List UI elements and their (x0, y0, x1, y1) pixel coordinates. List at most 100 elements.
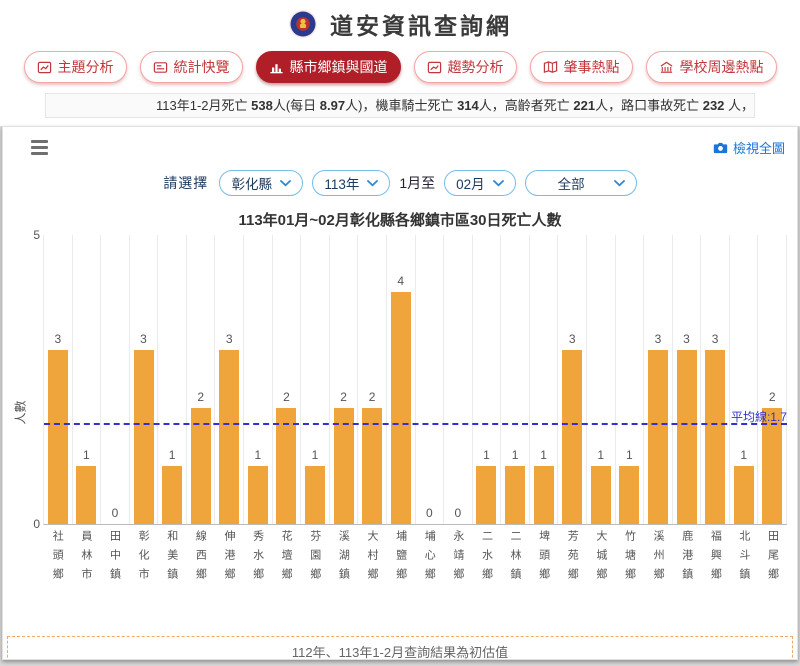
bar-slot: 1 (501, 235, 530, 524)
police-badge-logo-icon (288, 9, 318, 39)
average-line: 平均線:1.7 (44, 423, 787, 425)
bar-slot: 3 (644, 235, 673, 524)
page-body: 檢視全圖 請選擇 彰化縣 113年 1月至 02月 全部 113年01月 (0, 126, 800, 666)
bar[interactable] (134, 350, 154, 524)
month-select[interactable]: 02月 (444, 170, 516, 196)
filter-prompt: 請選擇 (163, 173, 208, 193)
bar-value-label: 1 (244, 448, 272, 462)
site-header: 道安資訊查詢網 主題分析 統計快覽 縣市鄉鎮與國道 趨勢分析 (0, 0, 800, 118)
bar[interactable] (476, 466, 496, 524)
chart-card: 檢視全圖 請選擇 彰化縣 113年 1月至 02月 全部 113年01月 (2, 126, 798, 660)
x-tick-label: 線西鄉 (186, 530, 215, 610)
nav-tab-crash-hotspots[interactable]: 肇事熱點 (530, 51, 633, 83)
bar[interactable] (562, 350, 582, 524)
bar-value-label: 3 (215, 332, 243, 346)
nav-label: 主題分析 (58, 57, 114, 77)
month-range-text: 1月至 (399, 173, 435, 193)
menu-button[interactable] (29, 138, 50, 157)
nav-tab-trend-analysis[interactable]: 趨勢分析 (414, 51, 517, 83)
average-line-label: 平均線:1.7 (731, 408, 787, 425)
bar-value-label: 1 (501, 448, 529, 462)
view-full-image-button[interactable]: 檢視全圖 (713, 138, 785, 157)
bar-chart: 人數 5 0 31031231212240011131133312平均線:1.7… (43, 235, 787, 610)
bar-slot: 2 (758, 235, 787, 524)
x-tick-label: 芬園鄉 (300, 530, 329, 610)
bar[interactable] (705, 350, 725, 524)
bar-slot: 3 (701, 235, 730, 524)
chevron-down-icon (367, 180, 378, 187)
x-tick-label: 大城鄉 (587, 530, 616, 610)
bar-value-label: 1 (473, 448, 501, 462)
chart-title: 113年01月~02月彰化縣各鄉鎮市區30日死亡人數 (3, 209, 797, 229)
x-tick-label: 秀水鄉 (243, 530, 272, 610)
bar-value-label: 1 (301, 448, 329, 462)
nav-tab-school-hotspots[interactable]: 學校周邊熱點 (646, 51, 777, 83)
bar[interactable] (219, 350, 239, 524)
bar-slot: 4 (387, 235, 416, 524)
month-select-value: 02月 (456, 173, 485, 193)
x-tick-label: 埔心鄉 (415, 530, 444, 610)
bar-slot: 3 (673, 235, 702, 524)
county-select[interactable]: 彰化縣 (219, 170, 303, 196)
bar[interactable] (162, 466, 182, 524)
bar-value-label: 3 (701, 332, 729, 346)
bar-value-label: 3 (673, 332, 701, 346)
ticker-text: 113年1-2月死亡 538人(每日 8.97人)，機車騎士死亡 314人，高齡… (156, 98, 755, 113)
bar-chart-icon (269, 60, 284, 75)
nav-label: 趨勢分析 (448, 57, 504, 77)
x-tick-label: 二林鎮 (501, 530, 530, 610)
x-tick-label: 溪湖鎮 (329, 530, 358, 610)
bar[interactable] (591, 466, 611, 524)
stats-card-icon (153, 60, 168, 75)
x-tick-label: 埤頭鄉 (529, 530, 558, 610)
x-tick-label: 永靖鄉 (444, 530, 473, 610)
year-select[interactable]: 113年 (312, 170, 390, 196)
bar[interactable] (48, 350, 68, 524)
nav-tab-topic-analysis[interactable]: 主題分析 (24, 51, 127, 83)
camera-icon (713, 141, 728, 154)
nav-tab-county-township[interactable]: 縣市鄉鎮與國道 (256, 51, 401, 83)
nav-label: 縣市鄉鎮與國道 (290, 57, 388, 77)
bar-value-label: 4 (387, 274, 415, 288)
bar[interactable] (305, 466, 325, 524)
x-axis-labels: 社頭鄉員林市田中鎮彰化市和美鎮線西鄉伸港鄉秀水鄉花壇鄉芬園鄉溪湖鎮大村鄉埔鹽鄉埔… (43, 530, 787, 610)
x-tick-label: 竹塘鄉 (615, 530, 644, 610)
view-full-label: 檢視全圖 (733, 138, 785, 157)
bar-slot: 1 (530, 235, 559, 524)
bar-value-label: 1 (530, 448, 558, 462)
chevron-down-icon (280, 180, 291, 187)
bar-slot: 1 (73, 235, 102, 524)
x-tick-label: 彰化市 (129, 530, 158, 610)
bar-slot: 3 (130, 235, 159, 524)
bar-value-label: 0 (101, 506, 129, 520)
x-tick-label: 鹿港鎮 (672, 530, 701, 610)
bar[interactable] (534, 466, 554, 524)
bar[interactable] (648, 350, 668, 524)
bar[interactable] (76, 466, 96, 524)
year-select-value: 113年 (324, 173, 359, 193)
hamburger-icon (31, 140, 48, 143)
bar[interactable] (677, 350, 697, 524)
filter-row: 請選擇 彰化縣 113年 1月至 02月 全部 (3, 170, 797, 196)
nav-tab-stats-overview[interactable]: 統計快覽 (140, 51, 243, 83)
bar-value-label: 1 (73, 448, 101, 462)
bar[interactable] (619, 466, 639, 524)
bar[interactable] (248, 466, 268, 524)
nav-label: 肇事熱點 (564, 57, 620, 77)
y-tick-label: 5 (28, 228, 40, 242)
bar-value-label: 0 (444, 506, 472, 520)
bar-value-label: 1 (158, 448, 186, 462)
note-text: 112年、113年1-2月查詢結果為初估值 (292, 645, 508, 660)
x-tick-label: 和美鎮 (157, 530, 186, 610)
bar-slot: 1 (587, 235, 616, 524)
bar-value-label: 3 (644, 332, 672, 346)
bar[interactable] (391, 292, 411, 524)
bar[interactable] (505, 466, 525, 524)
card-toolbar: 檢視全圖 (3, 127, 797, 156)
bar[interactable] (734, 466, 754, 524)
category-select[interactable]: 全部 (525, 170, 637, 196)
bar-slot: 2 (187, 235, 216, 524)
category-select-value: 全部 (537, 173, 606, 193)
bar-slot: 0 (444, 235, 473, 524)
bar-slot: 3 (44, 235, 73, 524)
